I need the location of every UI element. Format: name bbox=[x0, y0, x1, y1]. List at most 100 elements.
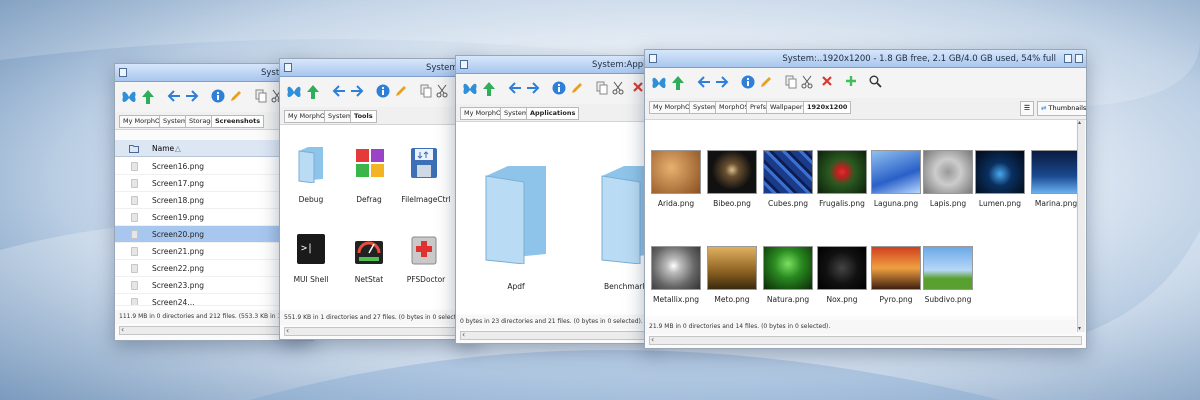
thumbnail-frugalis[interactable] bbox=[817, 150, 867, 194]
icon-label: MUI Shell bbox=[293, 275, 329, 284]
file-icon bbox=[131, 196, 138, 205]
window-titlebar[interactable]: System:..1920x1200 - 1.8 GB free, 2.1 GB… bbox=[645, 50, 1086, 68]
horizontal-scrollbar[interactable]: ‹ bbox=[284, 326, 474, 336]
rename-pencil-icon[interactable] bbox=[394, 84, 408, 98]
copy-icon[interactable] bbox=[255, 89, 267, 103]
thumbnail-arida[interactable] bbox=[651, 150, 701, 194]
close-gadget[interactable] bbox=[460, 60, 468, 69]
file-image-ctrl-icon[interactable] bbox=[410, 147, 438, 179]
thumbnail-laguna[interactable] bbox=[871, 150, 921, 194]
list-view-button[interactable]: ☰ bbox=[1020, 101, 1034, 116]
scroll-up-icon[interactable]: ▴ bbox=[1078, 119, 1081, 126]
thumbnail-natura[interactable] bbox=[763, 246, 813, 290]
scroll-down-icon[interactable]: ▾ bbox=[1078, 325, 1081, 332]
window-applications[interactable]: System:Application My MorphOS System: Ap… bbox=[455, 55, 655, 344]
scroll-left-icon[interactable]: ‹ bbox=[462, 330, 465, 339]
defrag-icon[interactable] bbox=[354, 147, 386, 179]
thumbnail-marina[interactable] bbox=[1031, 150, 1081, 194]
horizontal-scrollbar[interactable]: ‹ bbox=[460, 330, 650, 340]
window-tools[interactable]: System:To My MorphOS System: Tools Debug… bbox=[279, 58, 479, 340]
window-titlebar[interactable]: System:To bbox=[280, 59, 478, 77]
copy-icon[interactable] bbox=[420, 84, 432, 98]
cut-scissors-icon[interactable] bbox=[436, 84, 448, 98]
close-gadget[interactable] bbox=[119, 68, 127, 77]
window-wallpapers[interactable]: System:..1920x1200 - 1.8 GB free, 2.1 GB… bbox=[644, 49, 1087, 349]
copy-icon[interactable] bbox=[596, 81, 608, 95]
butterfly-icon[interactable] bbox=[462, 81, 478, 97]
info-icon[interactable] bbox=[211, 89, 225, 103]
name-column-header[interactable]: Name bbox=[152, 140, 174, 157]
thumbnails-label: Thumbnails bbox=[1048, 104, 1087, 112]
thumbnails-button[interactable]: ⇄ Thumbnails bbox=[1037, 101, 1087, 116]
delete-x-icon[interactable] bbox=[632, 81, 644, 93]
back-arrow-icon[interactable] bbox=[167, 89, 181, 103]
thumbnail-pyro[interactable] bbox=[871, 246, 921, 290]
rename-pencil-icon[interactable] bbox=[229, 89, 243, 103]
breadcrumb-item[interactable]: Tools bbox=[350, 110, 377, 123]
info-icon[interactable] bbox=[741, 75, 755, 89]
forward-arrow-icon[interactable] bbox=[185, 89, 199, 103]
iconify-gadget[interactable] bbox=[1064, 54, 1072, 63]
scroll-left-icon[interactable]: ‹ bbox=[286, 326, 289, 335]
netstat-icon[interactable] bbox=[354, 233, 384, 265]
new-plus-icon[interactable] bbox=[845, 75, 857, 87]
up-arrow-icon[interactable] bbox=[141, 89, 155, 105]
breadcrumb-item[interactable]: Screenshots bbox=[211, 115, 265, 128]
sort-ascending-icon: △ bbox=[175, 144, 181, 153]
thumbnail-label: Bibeo.png bbox=[713, 199, 751, 208]
depth-gadget[interactable] bbox=[1075, 54, 1083, 63]
window-titlebar[interactable]: System:Application bbox=[456, 56, 654, 74]
thumbnail-label: Natura.png bbox=[766, 295, 810, 304]
butterfly-icon[interactable] bbox=[651, 75, 667, 91]
icon-view: Debug Defrag FileImageCtrl >| MUI Shell … bbox=[280, 125, 478, 309]
butterfly-icon[interactable] bbox=[286, 84, 302, 100]
thumbnail-cubes[interactable] bbox=[763, 150, 813, 194]
up-arrow-icon[interactable] bbox=[482, 81, 496, 97]
thumbnail-nox[interactable] bbox=[817, 246, 867, 290]
breadcrumb: My MorphOS System: MorphOS Prefs Wallpap… bbox=[645, 98, 1086, 120]
info-icon[interactable] bbox=[552, 81, 566, 95]
forward-arrow-icon[interactable] bbox=[350, 84, 364, 98]
close-gadget[interactable] bbox=[284, 63, 292, 72]
cut-scissors-icon[interactable] bbox=[612, 81, 624, 95]
thumbnail-metallix[interactable] bbox=[651, 246, 701, 290]
thumbnail-label: Arida.png bbox=[657, 199, 695, 208]
horizontal-scrollbar[interactable]: ‹ bbox=[649, 335, 1082, 345]
scroll-left-icon[interactable]: ‹ bbox=[121, 325, 124, 334]
thumbnail-label: Frugalis.png bbox=[819, 199, 865, 208]
drawer-apdf-icon[interactable] bbox=[480, 162, 552, 264]
copy-icon[interactable] bbox=[785, 75, 797, 89]
toolbar bbox=[645, 68, 1086, 98]
rename-pencil-icon[interactable] bbox=[759, 75, 773, 89]
mui-shell-icon[interactable]: >| bbox=[296, 233, 326, 265]
back-arrow-icon[interactable] bbox=[697, 75, 711, 89]
search-icon[interactable] bbox=[869, 75, 882, 88]
cut-scissors-icon[interactable] bbox=[801, 75, 813, 89]
up-arrow-icon[interactable] bbox=[671, 75, 685, 91]
forward-arrow-icon[interactable] bbox=[526, 81, 540, 95]
thumbnail-bibeo[interactable] bbox=[707, 150, 757, 194]
thumbnail-subdivo[interactable] bbox=[923, 246, 973, 290]
icon-label: Defrag bbox=[356, 195, 382, 204]
vertical-scrollbar[interactable]: ▴ ▾ bbox=[1077, 119, 1085, 332]
butterfly-icon[interactable] bbox=[121, 89, 137, 105]
breadcrumb-item[interactable]: 1920x1200 bbox=[803, 101, 852, 114]
thumbnail-lapis[interactable] bbox=[923, 150, 973, 194]
icon-label: Apdf bbox=[507, 282, 525, 291]
back-arrow-icon[interactable] bbox=[508, 81, 522, 95]
close-gadget[interactable] bbox=[649, 54, 657, 63]
breadcrumb-item[interactable]: Applications bbox=[526, 107, 580, 120]
info-icon[interactable] bbox=[376, 84, 390, 98]
drawer-debug-icon[interactable] bbox=[296, 145, 326, 183]
thumbnail-lumen[interactable] bbox=[975, 150, 1025, 194]
scroll-left-icon[interactable]: ‹ bbox=[651, 335, 654, 344]
thumbnail-label: Subdivo.png bbox=[924, 295, 972, 304]
thumbnail-meto[interactable] bbox=[707, 246, 757, 290]
back-arrow-icon[interactable] bbox=[332, 84, 346, 98]
delete-x-icon[interactable] bbox=[821, 75, 833, 87]
forward-arrow-icon[interactable] bbox=[715, 75, 729, 89]
pfs-doctor-icon[interactable] bbox=[410, 231, 438, 265]
rename-pencil-icon[interactable] bbox=[570, 81, 584, 95]
breadcrumb: My MorphOS System: Applications bbox=[456, 104, 654, 122]
up-arrow-icon[interactable] bbox=[306, 84, 320, 100]
